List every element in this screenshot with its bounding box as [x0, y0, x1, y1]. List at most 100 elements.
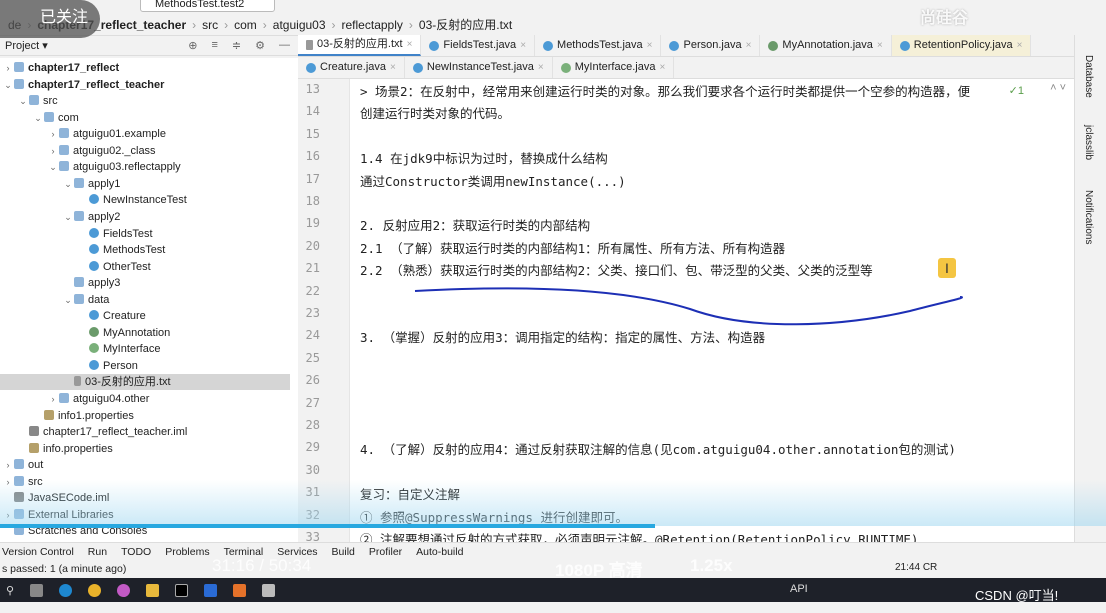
editor-tab[interactable]: FieldsTest.java ×: [421, 35, 536, 56]
tool-window-run[interactable]: Run: [88, 546, 107, 558]
project-tree[interactable]: › chapter17_reflect ⌄ chapter17_reflect_tea…: [0, 58, 298, 542]
tree-item[interactable]: ⌄ apply1: [0, 176, 290, 192]
editor-tab[interactable]: RetentionPolicy.java ×: [891, 35, 1032, 56]
expand-icon[interactable]: ≡: [211, 39, 217, 52]
interface-icon: [560, 62, 571, 73]
tree-item[interactable]: OtherTest: [0, 259, 290, 275]
editor-tab[interactable]: 03-反射的应用.txt ×: [298, 34, 422, 56]
breadcrumb-item[interactable]: 03-反射的应用.txt: [419, 16, 512, 33]
tool-window-auto-build[interactable]: Auto-build: [416, 546, 463, 558]
tree-item[interactable]: info.properties: [0, 441, 290, 457]
chevron-up-down-icon[interactable]: ˄ ˅: [1050, 82, 1066, 94]
edge-icon[interactable]: [59, 583, 73, 597]
tree-item[interactable]: ⌄ apply2: [0, 209, 290, 225]
tree-item[interactable]: › out: [0, 457, 290, 473]
chrome-icon[interactable]: [88, 583, 102, 597]
breadcrumb-item[interactable]: com: [234, 18, 257, 32]
video-progress-bar[interactable]: [0, 524, 656, 528]
database-tool[interactable]: Database: [1083, 55, 1094, 98]
tree-item[interactable]: FieldsTest: [0, 226, 290, 242]
annotation-icon: [768, 40, 779, 51]
chevron-down-icon[interactable]: ⌄: [47, 159, 59, 175]
tree-item[interactable]: › chapter17_reflect: [0, 60, 290, 76]
close-icon[interactable]: ×: [647, 35, 653, 56]
editor-tab[interactable]: NewInstanceTest.java ×: [405, 57, 553, 78]
editor-tab[interactable]: MyAnnotation.java ×: [760, 35, 892, 56]
file-explorer-icon[interactable]: [146, 583, 160, 597]
tree-item[interactable]: info1.properties: [0, 408, 290, 424]
video-speed-button[interactable]: 1.25x: [690, 556, 733, 576]
tree-item-label: MyInterface: [103, 343, 161, 356]
tree-item[interactable]: Creature: [0, 308, 290, 324]
tree-item[interactable]: ⌄ data: [0, 292, 290, 308]
notifications-tool[interactable]: Notifications: [1083, 190, 1094, 244]
tree-item[interactable]: › atguigu01.example: [0, 126, 290, 142]
search-icon[interactable]: ⚲: [6, 584, 14, 597]
tree-item[interactable]: ⌄ src: [0, 93, 290, 109]
editor-tab[interactable]: Creature.java ×: [298, 57, 405, 78]
chevron-down-icon[interactable]: ⌄: [32, 110, 44, 126]
app-icon[interactable]: [233, 583, 247, 597]
line-number: 17: [305, 171, 320, 186]
inspection-indicator[interactable]: ✓1: [1009, 84, 1024, 97]
tree-item[interactable]: › atguigu02._class: [0, 143, 290, 159]
gear-icon[interactable]: ⚙: [255, 39, 265, 52]
close-icon[interactable]: ×: [407, 34, 413, 55]
editor-tab[interactable]: MethodsTest.java ×: [535, 35, 662, 56]
folder-icon: [14, 459, 24, 470]
run-configuration-select[interactable]: MethodsTest.test2: [140, 0, 275, 12]
minimize-icon[interactable]: —: [279, 39, 290, 52]
locate-icon[interactable]: ⊕: [188, 39, 197, 52]
tree-item[interactable]: ⌄ chapter17_reflect_teacher: [0, 77, 290, 93]
browser-icon[interactable]: [117, 583, 131, 597]
chevron-down-icon[interactable]: ⌄: [17, 93, 29, 109]
tree-item[interactable]: MyAnnotation: [0, 325, 290, 341]
tool-window-profiler[interactable]: Profiler: [369, 546, 402, 558]
breadcrumb-item[interactable]: reflectapply: [342, 18, 403, 32]
powerpoint-icon[interactable]: [204, 583, 218, 597]
intellij-icon[interactable]: [175, 583, 189, 597]
line-separator[interactable]: CR: [923, 562, 937, 573]
chevron-right-icon[interactable]: ›: [47, 391, 59, 407]
tree-item[interactable]: ⌄ com: [0, 110, 290, 126]
tree-item[interactable]: NewInstanceTest: [0, 192, 290, 208]
close-icon[interactable]: ×: [659, 57, 665, 78]
tool-window-todo[interactable]: TODO: [121, 546, 151, 558]
tree-item[interactable]: apply3: [0, 275, 290, 291]
editor-tab[interactable]: Person.java ×: [661, 35, 761, 56]
close-icon[interactable]: ×: [538, 57, 544, 78]
chevron-down-icon[interactable]: ▾: [39, 39, 48, 52]
chevron-down-icon[interactable]: ⌄: [2, 77, 14, 93]
tool-window-version-control[interactable]: Version Control: [2, 546, 74, 558]
tree-item[interactable]: MethodsTest: [0, 242, 290, 258]
breadcrumb-item[interactable]: atguigu03: [273, 18, 326, 32]
jclasslib-tool[interactable]: jclasslib: [1083, 125, 1094, 160]
close-icon[interactable]: ×: [746, 35, 752, 56]
tree-item[interactable]: ⌄ atguigu03.reflectapply: [0, 159, 290, 175]
tree-item[interactable]: › atguigu04.other: [0, 391, 290, 407]
typora-icon[interactable]: [262, 583, 276, 597]
collapse-icon[interactable]: ≑: [232, 39, 241, 52]
chevron-right-icon[interactable]: ›: [47, 126, 59, 142]
chevron-down-icon[interactable]: ⌄: [62, 292, 74, 308]
tool-window-build[interactable]: Build: [332, 546, 355, 558]
close-icon[interactable]: ×: [390, 57, 396, 78]
tree-item[interactable]: chapter17_reflect_teacher.iml: [0, 424, 290, 440]
close-icon[interactable]: ×: [520, 35, 526, 56]
tool-window-problems[interactable]: Problems: [165, 546, 209, 558]
chevron-down-icon[interactable]: ⌄: [62, 209, 74, 225]
tree-item[interactable]: MyInterface: [0, 341, 290, 357]
close-icon[interactable]: ×: [877, 35, 883, 56]
breadcrumb-item[interactable]: src: [202, 18, 218, 32]
project-view-select[interactable]: Project: [5, 40, 39, 52]
chevron-right-icon[interactable]: ›: [2, 60, 14, 76]
editor-tab[interactable]: MyInterface.java ×: [553, 57, 675, 78]
chevron-right-icon[interactable]: ›: [2, 457, 14, 473]
chevron-right-icon[interactable]: ›: [47, 143, 59, 159]
tree-item[interactable]: 03-反射的应用.txt: [0, 374, 290, 391]
close-icon[interactable]: ×: [1017, 35, 1023, 56]
chevron-down-icon[interactable]: ⌄: [62, 176, 74, 192]
task-view-icon[interactable]: [30, 583, 44, 597]
follow-badge[interactable]: 已关注: [0, 0, 100, 38]
tree-item[interactable]: Person: [0, 358, 290, 374]
